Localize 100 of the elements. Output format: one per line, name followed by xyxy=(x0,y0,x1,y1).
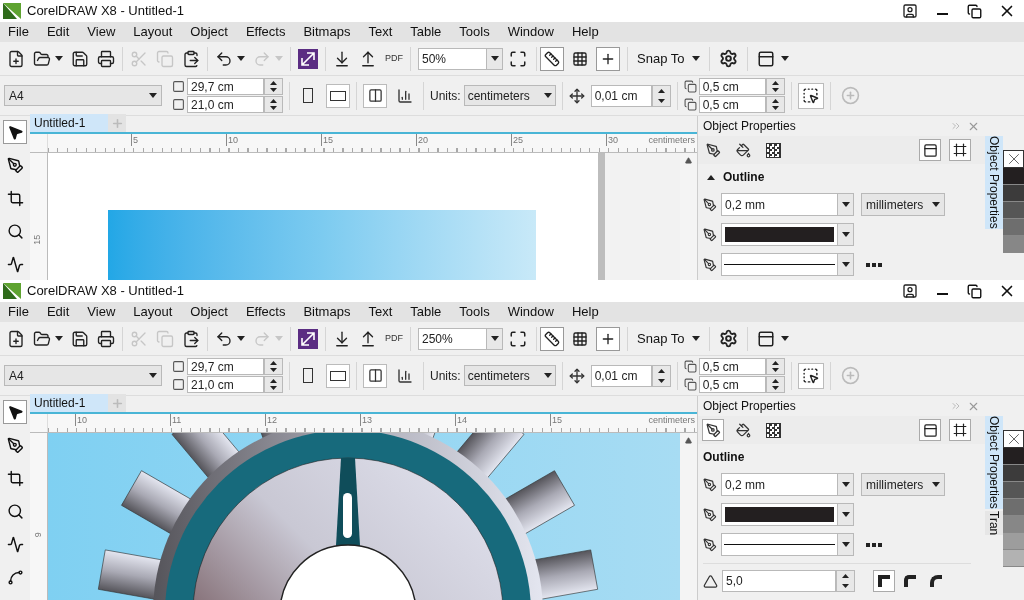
landscape-button[interactable] xyxy=(326,363,350,388)
menu-item[interactable]: Help xyxy=(565,302,605,322)
line-style-picker[interactable] xyxy=(721,253,854,276)
menu-item[interactable]: Tools xyxy=(453,302,496,322)
more-dots-icon[interactable] xyxy=(866,262,882,267)
docker-tab[interactable]: Object Properties xyxy=(985,416,1003,509)
menu-item[interactable]: File xyxy=(2,302,35,322)
line-style-picker[interactable] xyxy=(721,533,854,556)
document-tab[interactable]: Untitled-1 xyxy=(30,394,108,412)
duplicate-x-field[interactable]: 0,5 cm xyxy=(698,78,766,95)
color-swatch[interactable] xyxy=(1003,550,1024,567)
outline-tab[interactable] xyxy=(702,419,724,441)
miter-limit-field[interactable]: 5,0 xyxy=(722,570,836,592)
snap-to-button[interactable]: Snap To xyxy=(631,328,707,349)
color-swatch[interactable] xyxy=(1003,533,1024,550)
panel-mode-button[interactable] xyxy=(919,419,941,441)
no-color-swatch[interactable] xyxy=(1003,150,1024,168)
nudge-distance-field[interactable]: 0,01 cm xyxy=(590,84,652,107)
document-tab[interactable]: Untitled-1 xyxy=(30,114,108,132)
preview-button[interactable] xyxy=(949,419,971,441)
color-swatch[interactable] xyxy=(1003,185,1024,202)
menu-item[interactable]: Text xyxy=(362,22,399,42)
treat-as-filled-button[interactable] xyxy=(797,362,824,389)
zoom-level-field[interactable]: 250% xyxy=(418,327,487,350)
menu-item[interactable]: View xyxy=(81,302,122,322)
all-pages-button[interactable] xyxy=(363,363,387,388)
menu-item[interactable]: File xyxy=(2,22,35,42)
menu-item[interactable]: Table xyxy=(404,302,448,322)
duplicate-y-field[interactable]: 0,5 cm xyxy=(698,376,766,393)
menu-item[interactable]: Text xyxy=(362,302,399,322)
menu-item[interactable]: Effects xyxy=(239,22,292,42)
docker-tab[interactable]: Object Properties xyxy=(985,136,1003,229)
color-swatch[interactable] xyxy=(1003,499,1024,516)
snap-to-button[interactable]: Snap To xyxy=(631,48,707,69)
rulers-toggle[interactable] xyxy=(540,326,564,351)
page-height-field[interactable]: 21,0 cm xyxy=(187,376,264,393)
dropdown-button[interactable] xyxy=(487,47,503,70)
no-color-swatch[interactable] xyxy=(1003,430,1024,448)
nudge-distance-field[interactable]: 0,01 cm xyxy=(590,364,652,387)
preview-button[interactable] xyxy=(949,139,971,161)
more-dots-icon[interactable] xyxy=(866,542,882,547)
guidelines-toggle[interactable] xyxy=(596,46,620,71)
menu-item[interactable]: Edit xyxy=(40,22,76,42)
page-width-field[interactable]: 29,7 cm xyxy=(187,358,264,375)
color-swatch[interactable] xyxy=(1003,448,1024,465)
color-swatch[interactable] xyxy=(1003,516,1024,533)
menu-item[interactable]: Bitmaps xyxy=(297,22,357,42)
color-swatch[interactable] xyxy=(1003,202,1024,219)
units-dropdown[interactable]: centimeters xyxy=(463,85,556,106)
corner-miter-button[interactable] xyxy=(873,570,895,592)
outline-color-picker[interactable] xyxy=(721,503,854,526)
duplicate-x-field[interactable]: 0,5 cm xyxy=(698,358,766,375)
publish-pdf-button[interactable]: PDF xyxy=(381,325,407,352)
menu-item[interactable]: Object xyxy=(184,22,234,42)
page-size-dropdown[interactable]: A4 xyxy=(4,85,162,106)
menu-item[interactable]: Object xyxy=(184,302,234,322)
zoom-level-field[interactable]: 50% xyxy=(418,47,487,70)
publish-pdf-button[interactable]: PDF xyxy=(381,45,407,72)
rulers-toggle[interactable] xyxy=(540,46,564,71)
menu-item[interactable]: Effects xyxy=(239,302,292,322)
color-swatch[interactable] xyxy=(1003,482,1024,499)
docker-tab[interactable]: Tran xyxy=(985,510,1003,535)
duplicate-y-field[interactable]: 0,5 cm xyxy=(698,96,766,113)
vertical-scrollbar[interactable] xyxy=(680,153,697,280)
landscape-button[interactable] xyxy=(326,83,350,108)
outline-width-field[interactable]: 0,2 mm xyxy=(721,193,838,216)
color-swatch[interactable] xyxy=(1003,236,1024,253)
menu-item[interactable]: Help xyxy=(565,22,605,42)
page-height-field[interactable]: 21,0 cm xyxy=(187,96,264,113)
section-header[interactable]: Outline xyxy=(703,168,765,186)
menu-item[interactable]: Layout xyxy=(127,22,179,42)
guidelines-toggle[interactable] xyxy=(596,326,620,351)
outline-color-picker[interactable] xyxy=(721,223,854,246)
page-width-field[interactable]: 29,7 cm xyxy=(187,78,264,95)
menu-item[interactable]: Tools xyxy=(453,22,496,42)
menu-item[interactable]: Table xyxy=(404,22,448,42)
treat-as-filled-button[interactable] xyxy=(797,82,824,109)
vertical-scrollbar[interactable] xyxy=(680,433,697,600)
pick-tool[interactable] xyxy=(3,400,27,424)
menu-item[interactable]: Bitmaps xyxy=(297,302,357,322)
section-header[interactable]: Outline xyxy=(703,448,745,466)
menu-item[interactable]: Layout xyxy=(127,302,179,322)
menu-item[interactable]: Window xyxy=(501,302,560,322)
menu-item[interactable]: Window xyxy=(501,22,560,42)
menu-item[interactable]: View xyxy=(81,22,122,42)
color-swatch[interactable] xyxy=(1003,168,1024,185)
pick-tool[interactable] xyxy=(3,120,27,144)
units-dropdown[interactable]: centimeters xyxy=(463,365,556,386)
dropdown-button[interactable] xyxy=(838,473,854,496)
outline-width-field[interactable]: 0,2 mm xyxy=(721,473,838,496)
color-swatch[interactable] xyxy=(1003,219,1024,236)
panel-mode-button[interactable] xyxy=(919,139,941,161)
page-size-dropdown[interactable]: A4 xyxy=(4,365,162,386)
all-pages-button[interactable] xyxy=(363,83,387,108)
color-swatch[interactable] xyxy=(1003,465,1024,482)
dropdown-button[interactable] xyxy=(838,193,854,216)
outline-units-dropdown[interactable]: millimeters xyxy=(861,473,945,496)
menu-item[interactable]: Edit xyxy=(40,302,76,322)
dropdown-button[interactable] xyxy=(487,327,503,350)
outline-units-dropdown[interactable]: millimeters xyxy=(861,193,945,216)
